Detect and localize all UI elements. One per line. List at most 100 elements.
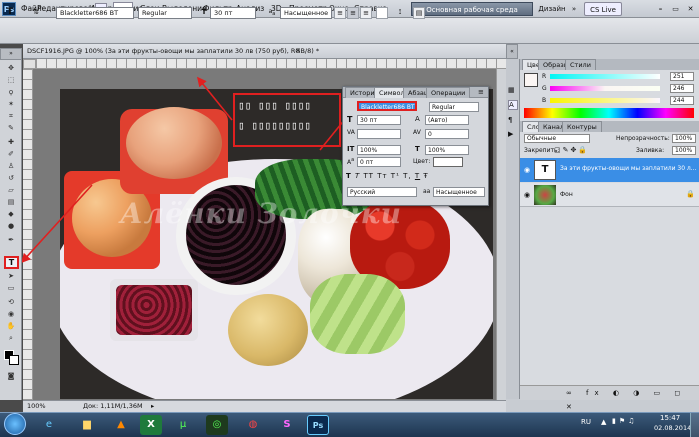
dodge-tool-icon[interactable]: ●: [4, 222, 18, 231]
r-label: R: [542, 73, 547, 80]
magic-wand-icon[interactable]: ✶: [4, 100, 18, 109]
tab-paths[interactable]: Контуры: [562, 121, 602, 132]
hand-tool-icon[interactable]: ✋: [4, 322, 18, 331]
status-arrow-icon[interactable]: ▸: [151, 401, 154, 412]
vlc-icon[interactable]: ▲: [110, 415, 132, 435]
paragraph-panel-icon[interactable]: ¶: [508, 116, 518, 126]
clock-date[interactable]: 02.08.2014: [654, 424, 691, 432]
show-desktop-button[interactable]: [690, 413, 699, 437]
actions-panel-icon[interactable]: ▶: [508, 130, 518, 140]
char-font-style[interactable]: Regular: [429, 102, 479, 112]
photoshop-taskbar-icon[interactable]: Ps: [307, 415, 329, 435]
shape-tool-icon[interactable]: ▭: [4, 284, 18, 293]
background-color[interactable]: [9, 355, 19, 365]
blur-tool-icon[interactable]: ◆: [4, 210, 18, 219]
language-indicator[interactable]: RU: [581, 418, 591, 426]
char-font-family[interactable]: Blackletter686 BT: [357, 101, 417, 111]
faux-bold[interactable]: T: [346, 172, 352, 180]
utorrent-icon[interactable]: µ: [172, 415, 194, 435]
lock-icon: 🔒: [686, 190, 695, 198]
visibility-eye-icon[interactable]: ◉: [524, 166, 530, 174]
color-spectrum-bar[interactable]: [524, 108, 694, 118]
superscript[interactable]: T¹: [391, 172, 400, 180]
baseline-icon: Aa: [347, 157, 355, 166]
layer-name-background[interactable]: Фон: [560, 191, 573, 198]
history-brush-icon[interactable]: ↺: [4, 174, 18, 183]
strikethrough[interactable]: Ŧ: [423, 172, 428, 180]
fill-value[interactable]: 100%: [672, 146, 696, 155]
skype-icon[interactable]: S: [276, 415, 298, 435]
clock-time[interactable]: 15:47: [660, 414, 680, 422]
quick-mask-icon[interactable]: ◙: [4, 372, 18, 381]
small-caps[interactable]: Tт: [377, 172, 387, 180]
all-caps[interactable]: TT: [364, 172, 374, 180]
char-color-swatch[interactable]: [433, 157, 463, 167]
crop-tool-icon[interactable]: ⌗: [4, 112, 18, 121]
char-size[interactable]: 30 пт: [357, 115, 401, 125]
3d-camera-icon[interactable]: ◉: [4, 310, 18, 319]
ie-icon[interactable]: e: [38, 415, 60, 435]
healing-brush-icon[interactable]: ✚: [4, 138, 18, 147]
layer-row-background[interactable]: ◉ Фон 🔒: [520, 183, 699, 207]
char-horizontal-scale[interactable]: 100%: [425, 145, 469, 155]
tray-icons[interactable]: ▮⚑♫: [612, 417, 637, 425]
clone-stamp-icon[interactable]: ♙: [4, 162, 18, 171]
brush-tool-icon[interactable]: ✐: [4, 150, 18, 159]
b-slider[interactable]: [550, 98, 660, 103]
color-panel: Цвет Образцы Стили R 251 G 246 B 244: [520, 59, 699, 121]
style-buttons[interactable]: T T TT Tт T¹ T, T Ŧ: [346, 172, 429, 180]
explorer-icon[interactable]: ▆: [76, 415, 98, 435]
layer-thumb-background: [534, 185, 556, 205]
character-panel-icon[interactable]: A: [508, 100, 518, 110]
app-icon[interactable]: ◎: [206, 415, 228, 435]
arrow-to-tool: [20, 184, 93, 264]
panel-menu-icon[interactable]: ≡: [478, 88, 484, 96]
eraser-icon[interactable]: ▱: [4, 186, 18, 195]
r-value[interactable]: 251: [670, 72, 694, 81]
gradient-tool-icon[interactable]: ▤: [4, 198, 18, 207]
tools-collapse-icon[interactable]: »: [0, 48, 22, 60]
char-kerning[interactable]: [357, 129, 401, 139]
character-panel: История Символ Абзац Операции ≡ Blacklet…: [342, 86, 489, 206]
history-panel-icon[interactable]: ▦: [508, 86, 518, 96]
subscript[interactable]: T,: [403, 172, 412, 180]
leading-icon: A: [415, 115, 420, 123]
pen-tool-icon[interactable]: ✒: [4, 236, 18, 245]
status-zoom[interactable]: 100%: [27, 401, 46, 412]
lasso-tool-icon[interactable]: ϙ: [4, 88, 18, 97]
opacity-value[interactable]: 100%: [672, 134, 696, 143]
char-language[interactable]: Русский: [347, 187, 417, 197]
underline[interactable]: T: [415, 172, 420, 180]
g-value[interactable]: 246: [670, 84, 694, 93]
faux-italic[interactable]: T: [355, 172, 360, 180]
layer-row-text[interactable]: ◉ T За эти фрукты-овощи мы заплатили 30 …: [520, 158, 699, 182]
g-slider[interactable]: [550, 86, 660, 91]
path-selection-icon[interactable]: ➤: [4, 272, 18, 281]
layers-footer-icons[interactable]: ∞ fx ◐ ◑ ▭ ◻ ✕: [520, 385, 699, 411]
eyedropper-icon[interactable]: ✎: [4, 124, 18, 133]
3d-rotate-icon[interactable]: ⟲: [4, 298, 18, 307]
move-tool-icon[interactable]: ✥: [4, 64, 18, 73]
b-value[interactable]: 244: [670, 96, 694, 105]
chrome-icon[interactable]: ◍: [242, 415, 264, 435]
tab-actions[interactable]: Операции: [426, 87, 471, 98]
zoom-tool-icon[interactable]: ⌕: [4, 334, 18, 343]
char-leading[interactable]: (Авто): [425, 115, 469, 125]
char-vertical-scale[interactable]: 100%: [357, 145, 401, 155]
marquee-tool-icon[interactable]: ⬚: [4, 76, 18, 85]
r-slider[interactable]: [550, 74, 660, 79]
layer-name-text[interactable]: За эти фрукты-овощи мы заплатили 30 л...: [560, 165, 696, 172]
color-foreground-swatch[interactable]: [524, 73, 538, 87]
visibility-eye-icon[interactable]: ◉: [524, 191, 530, 199]
lock-icons[interactable]: ▢✎✥🔒: [554, 146, 589, 154]
tab-styles[interactable]: Стили: [565, 59, 596, 70]
panels-collapse-icon[interactable]: «: [506, 44, 518, 59]
blend-mode-select[interactable]: Обычные: [524, 134, 590, 143]
type-tool-selected[interactable]: T: [4, 256, 19, 269]
char-tracking[interactable]: 0: [425, 129, 469, 139]
start-button[interactable]: [4, 413, 26, 435]
excel-icon[interactable]: X: [140, 415, 162, 435]
char-antialias[interactable]: Насыщенное: [433, 187, 485, 197]
char-baseline[interactable]: 0 пт: [357, 157, 401, 167]
tray-arrow-icon[interactable]: ▲: [601, 418, 606, 426]
